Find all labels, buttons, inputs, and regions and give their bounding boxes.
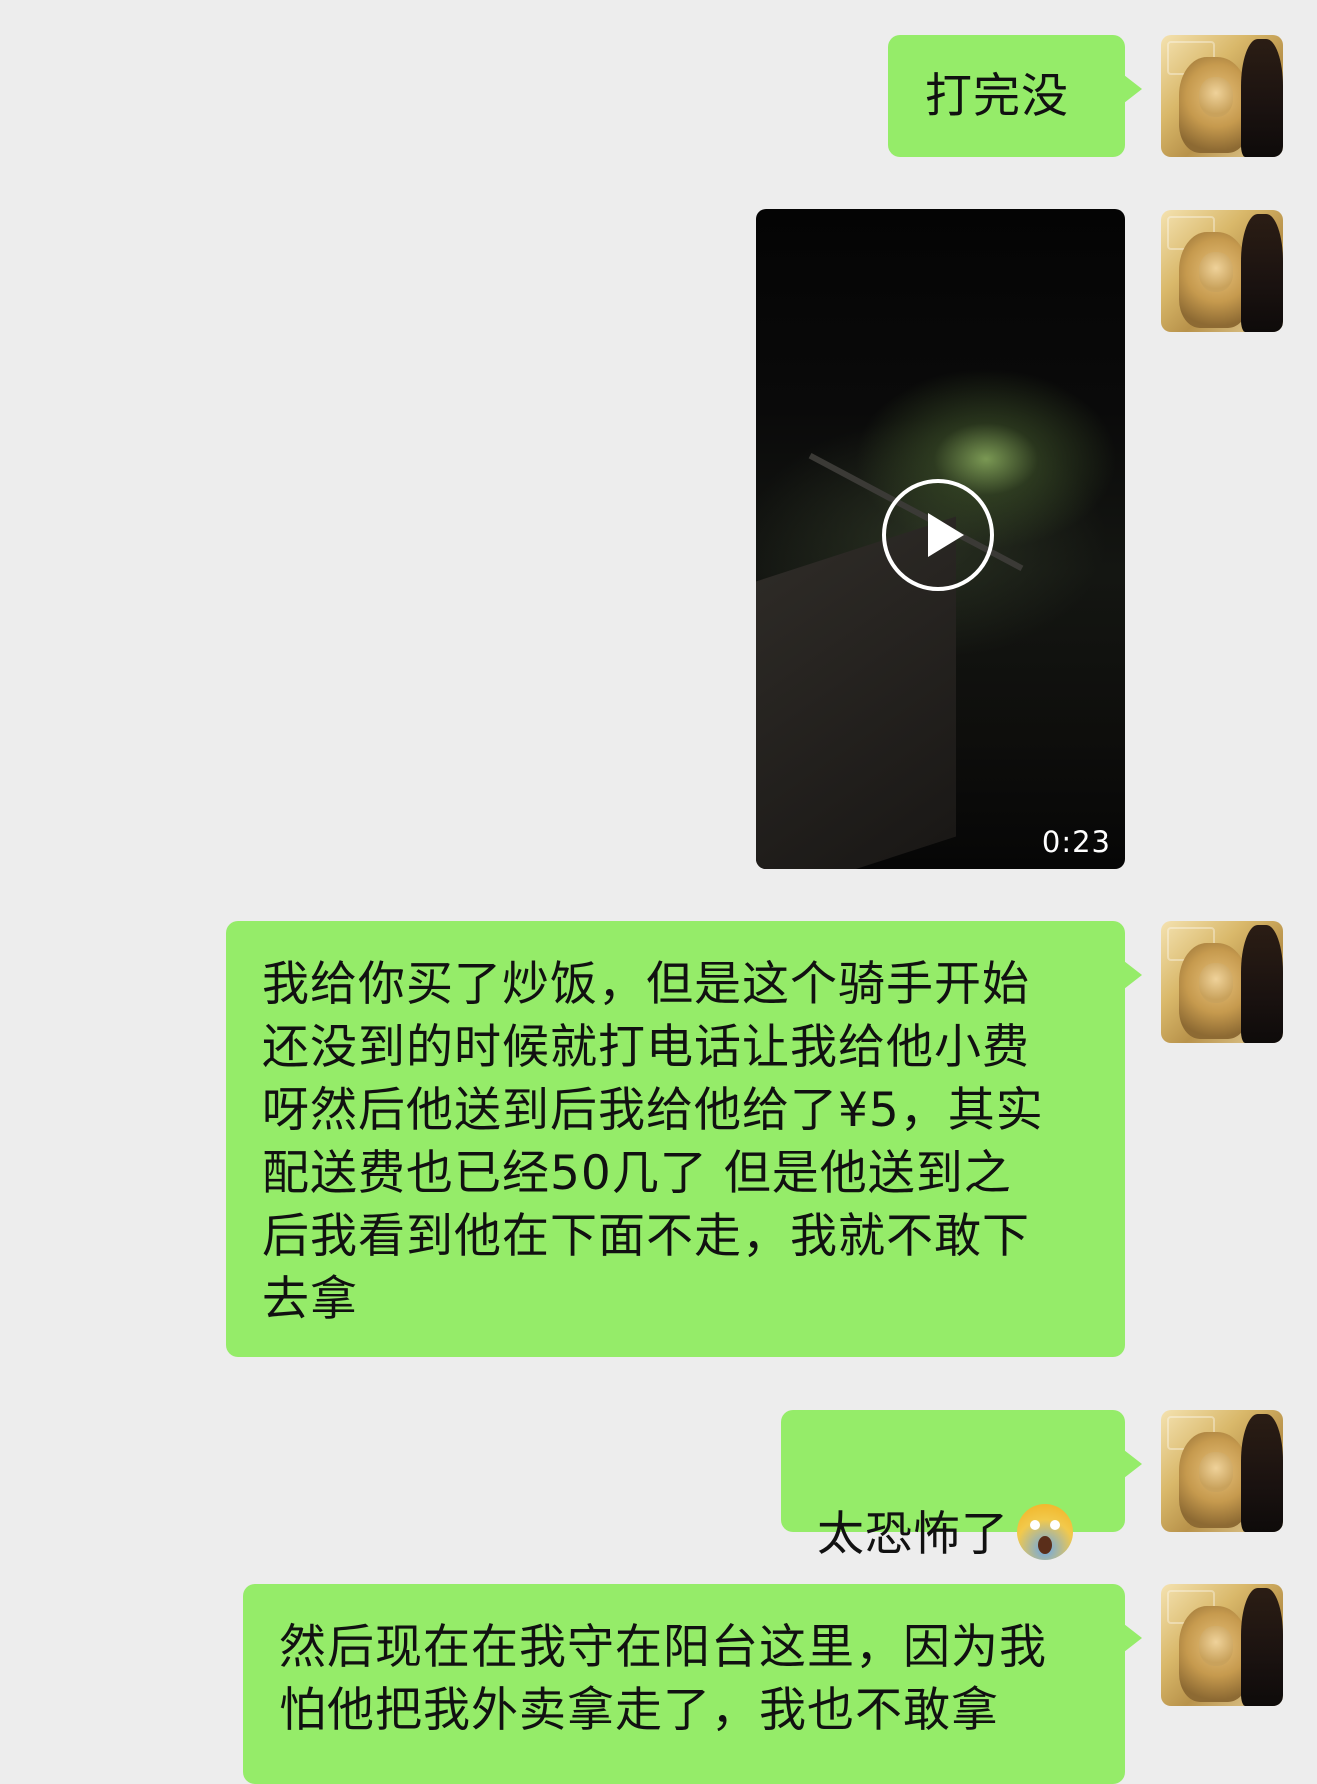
- avatar[interactable]: [1161, 1410, 1283, 1532]
- scream-emoji-icon: [1017, 1504, 1073, 1560]
- avatar[interactable]: [1161, 1584, 1283, 1706]
- video-message[interactable]: 0:23: [756, 209, 1125, 869]
- avatar[interactable]: [1161, 35, 1283, 157]
- message-text: 太恐怖了: [817, 1507, 1009, 1562]
- message-bubble-4[interactable]: 太恐怖了: [781, 1410, 1142, 1562]
- avatar[interactable]: [1161, 921, 1283, 1043]
- video-duration: 0:23: [1041, 825, 1111, 859]
- message-bubble-3[interactable]: 我给你买了炒饭，但是这个骑手开始 还没到的时候就打电话让我给他小费 呀然后他送到…: [226, 921, 1142, 1357]
- message-bubble-1[interactable]: 打完没: [888, 35, 1142, 157]
- avatar[interactable]: [1161, 210, 1283, 332]
- message-bubble-5[interactable]: 然后现在在我守在阳台这里，因为我 怕他把我外卖拿走了，我也不敢拿: [243, 1584, 1142, 1784]
- play-icon[interactable]: [882, 479, 994, 591]
